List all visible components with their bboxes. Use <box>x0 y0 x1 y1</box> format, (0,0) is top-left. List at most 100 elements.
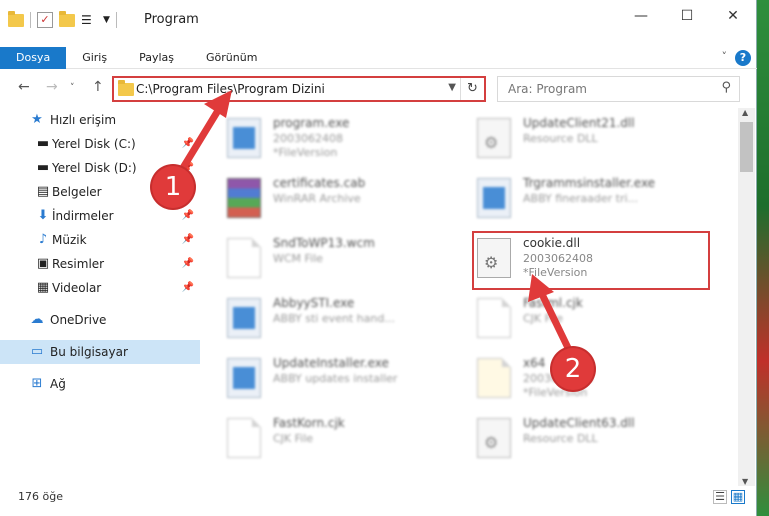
file-detail: ABBY sti event hand... <box>273 312 395 325</box>
list-item[interactable]: UpdateInstaller.exe ABBY updates installe… <box>205 354 445 404</box>
chevron-down-icon[interactable]: ▼ <box>448 82 456 93</box>
exe-file-icon <box>477 178 511 218</box>
music-icon: ♪ <box>38 232 48 247</box>
sidebar-item-label: İndirmeler <box>52 209 114 223</box>
address-bar[interactable]: C:\Program Files\Program Dizini ▼ ↻ <box>112 76 486 102</box>
separator <box>115 12 117 28</box>
new-folder-icon[interactable] <box>59 10 75 27</box>
minimize-button[interactable]: — <box>618 0 664 32</box>
list-item[interactable]: ⚙ UpdateClient21.dll Resource DLL <box>455 114 695 164</box>
sidebar-item-label: Bu bilgisayar <box>50 345 128 359</box>
maximize-button[interactable]: ☐ <box>664 0 710 32</box>
file-name: program.exe <box>273 116 350 130</box>
list-item[interactable]: program.exe 2003062408 *FileVersion <box>205 114 445 164</box>
vertical-scrollbar[interactable]: ▲ ▼ <box>738 108 755 486</box>
help-button[interactable]: ? <box>735 50 751 66</box>
up-icon[interactable]: ↑ <box>92 79 104 95</box>
download-icon: ⬇ <box>37 208 49 223</box>
folder-icon <box>118 80 134 96</box>
exe-file-icon <box>227 298 261 338</box>
sidebar-item-onedrive[interactable]: ☁ OneDrive <box>0 308 200 332</box>
chevron-down-icon[interactable]: ▼ <box>103 15 110 25</box>
tab-dosya[interactable]: Dosya <box>0 47 67 69</box>
computer-icon: ▭ <box>30 344 44 359</box>
sidebar-item-music[interactable]: ♪ Müzik 📌 <box>0 228 200 252</box>
navigation-pane: ★ Hızlı erişim ▬ Yerel Disk (C:) 📌 ▬ Yerel D… <box>0 108 200 478</box>
file-detail: *FileVersion <box>273 146 338 159</box>
explorer-window: ✓ ☰ ▼ Program — ☐ ✕ Dosya Giriş Paylaş G… <box>0 0 757 516</box>
archive-file-icon <box>227 178 261 218</box>
picture-icon: ▣ <box>36 256 50 271</box>
list-item[interactable]: ⚙ UpdateClient63.dll Resource DLL <box>455 414 695 464</box>
document-file-icon <box>477 358 511 398</box>
file-name: UpdateInstaller.exe <box>273 356 389 370</box>
scroll-up-icon[interactable]: ▲ <box>742 108 748 117</box>
file-name: Trgrammsinstaller.exe <box>523 176 656 190</box>
list-item[interactable]: AbbyySTI.exe ABBY sti event hand... <box>205 294 445 344</box>
exe-file-icon <box>227 358 261 398</box>
tab-paylas[interactable]: Paylaş <box>123 47 190 69</box>
view-options-icon[interactable]: ☰ <box>81 12 97 28</box>
file-detail: WCM File <box>273 252 323 265</box>
pin-icon: 📌 <box>181 234 194 245</box>
scroll-thumb[interactable] <box>740 122 753 172</box>
status-bar: 176 öğe ☰ ▦ <box>0 486 757 508</box>
sidebar-item-quick-access[interactable]: ★ Hızlı erişim <box>0 108 200 132</box>
file-detail: CJK File <box>273 432 314 445</box>
sidebar-item-pictures[interactable]: ▣ Resimler 📌 <box>0 252 200 276</box>
sidebar-item-this-pc[interactable]: ▭ Bu bilgisayar <box>0 340 200 364</box>
list-item[interactable]: certificates.cab WinRAR Archive <box>205 174 445 224</box>
document-file-icon <box>227 418 261 458</box>
view-buttons: ☰ ▦ <box>713 490 745 504</box>
list-item[interactable]: Fastml.cjk CJK File <box>455 294 695 344</box>
sidebar-item-disk-c[interactable]: ▬ Yerel Disk (C:) 📌 <box>0 132 200 156</box>
file-detail: Resource DLL <box>523 132 598 145</box>
drive-icon: ▬ <box>36 136 50 151</box>
sidebar-item-label: Videolar <box>52 281 102 295</box>
sidebar-item-label: Ağ <box>50 377 66 391</box>
large-icons-view-icon[interactable]: ▦ <box>731 490 745 504</box>
file-detail: WinRAR Archive <box>273 192 361 205</box>
desktop-background <box>757 0 769 516</box>
file-name: UpdateClient21.dll <box>523 116 635 130</box>
folder-icon[interactable] <box>8 10 24 27</box>
tab-gorunum[interactable]: Görünüm <box>190 47 273 69</box>
list-item[interactable]: SndToWP13.wcm WCM File <box>205 234 445 284</box>
file-name: FastKorn.cjk <box>273 416 345 430</box>
close-button[interactable]: ✕ <box>710 0 756 32</box>
address-path[interactable]: C:\Program Files\Program Dizini <box>136 82 325 96</box>
file-name: Fastml.cjk <box>523 296 583 310</box>
file-detail: Resource DLL <box>523 432 598 445</box>
step-1-badge: 1 <box>152 166 194 208</box>
network-icon: ⊞ <box>31 376 43 391</box>
pin-icon: 📌 <box>181 138 194 149</box>
properties-icon[interactable]: ✓ <box>37 12 53 28</box>
search-input[interactable]: Ara: Program <box>508 82 587 96</box>
list-item[interactable]: Trgrammsinstaller.exe ABBY fineraader tri… <box>455 174 695 224</box>
details-view-icon[interactable]: ☰ <box>713 490 727 504</box>
film-icon: ▦ <box>36 280 50 295</box>
tab-giris[interactable]: Giriş <box>66 47 123 69</box>
sidebar-item-label: Belgeler <box>52 185 102 199</box>
recent-chevron-icon[interactable]: ˅ <box>70 83 75 93</box>
file-name: AbbyySTI.exe <box>273 296 355 310</box>
back-icon[interactable]: ← <box>18 79 30 95</box>
refresh-button[interactable]: ↻ <box>460 78 484 100</box>
dll-file-icon: ⚙ <box>477 418 511 458</box>
sidebar-item-videos[interactable]: ▦ Videolar 📌 <box>0 276 200 300</box>
sidebar-item-network[interactable]: ⊞ Ağ <box>0 372 200 396</box>
list-item[interactable]: FastKorn.cjk CJK File <box>205 414 445 464</box>
forward-icon[interactable]: → <box>46 79 58 95</box>
pin-icon: 📌 <box>181 258 194 269</box>
document-icon: ▤ <box>36 184 50 199</box>
expand-ribbon-icon[interactable]: ˅ <box>722 50 728 63</box>
pin-icon: 📌 <box>181 210 194 221</box>
search-box[interactable]: Ara: Program ⚲ <box>497 76 740 102</box>
scroll-down-icon[interactable]: ▼ <box>742 477 748 486</box>
address-row: ← → ˅ ↑ C:\Program Files\Program Dizini … <box>0 74 757 102</box>
file-detail: ABBY updates installer <box>273 372 398 385</box>
sidebar-item-label: Hızlı erişim <box>50 113 117 127</box>
separator <box>30 12 31 28</box>
document-file-icon <box>477 298 511 338</box>
search-icon[interactable]: ⚲ <box>721 80 731 95</box>
